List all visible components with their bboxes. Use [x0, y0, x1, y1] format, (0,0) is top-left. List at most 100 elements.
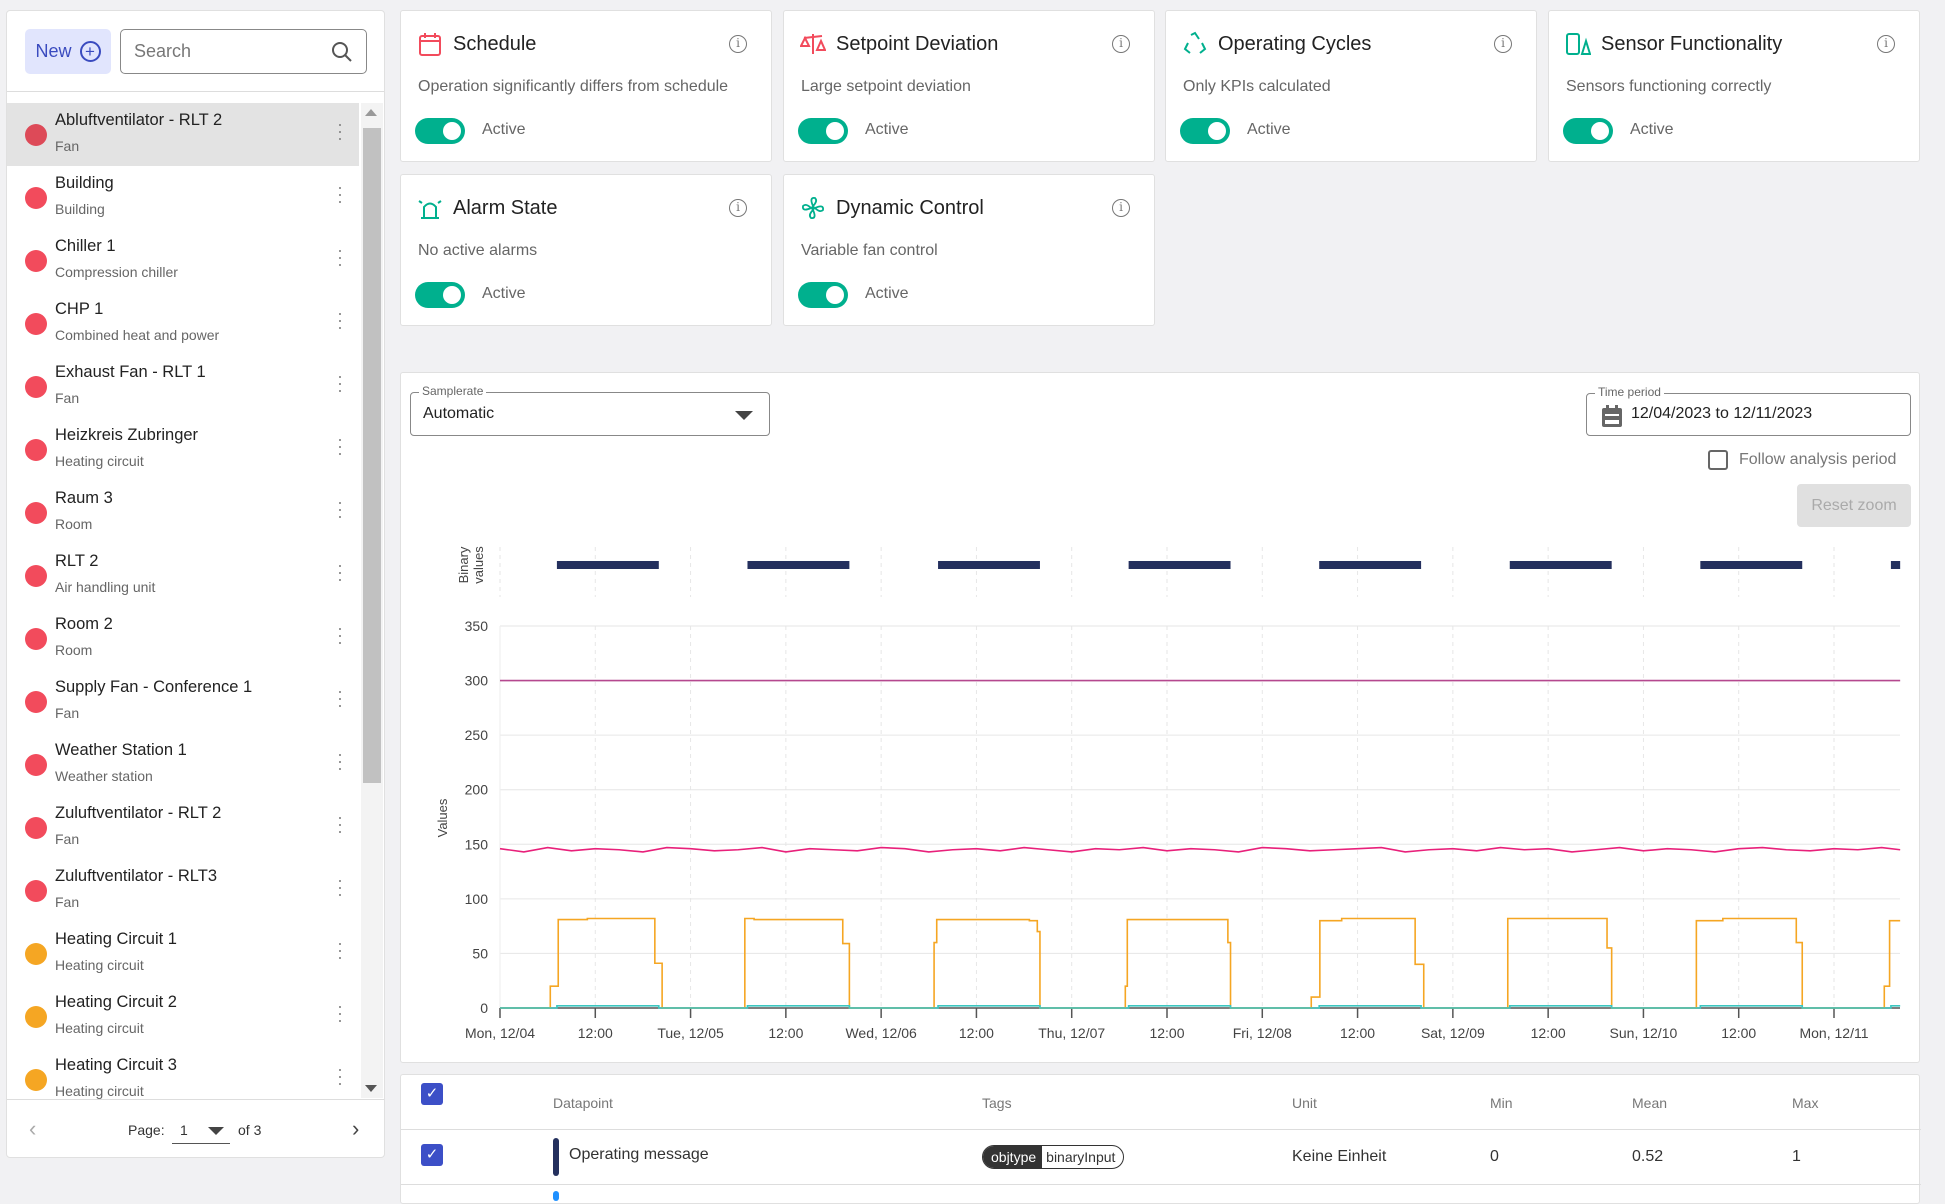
active-toggle[interactable]	[415, 118, 465, 144]
card-description: No active alarms	[418, 242, 538, 259]
list-item[interactable]: Building Building · · ·	[7, 166, 359, 229]
more-options-icon[interactable]: · · ·	[337, 241, 343, 273]
binary-on-bar	[747, 561, 850, 569]
list-item[interactable]: Heating Circuit 1 Heating circuit · · ·	[7, 922, 359, 985]
info-icon[interactable]: i	[729, 199, 747, 217]
y-tick-label: 350	[465, 618, 489, 634]
list-item[interactable]: Exhaust Fan - RLT 1 Fan · · ·	[7, 355, 359, 418]
page-select[interactable]: 1	[172, 1116, 230, 1144]
item-name: Raum 3	[55, 489, 113, 507]
item-type: Fan	[55, 894, 80, 910]
x-tick-label: Thu, 12/07	[1038, 1025, 1105, 1041]
item-name: Exhaust Fan - RLT 1	[55, 363, 206, 381]
list-item[interactable]: Chiller 1 Compression chiller · · ·	[7, 229, 359, 292]
list-item[interactable]: Supply Fan - Conference 1 Fan · · ·	[7, 670, 359, 733]
list-item[interactable]: Heizkreis Zubringer Heating circuit · · ·	[7, 418, 359, 481]
header-unit[interactable]: Unit	[1292, 1095, 1317, 1111]
item-name: Heizkreis Zubringer	[55, 426, 199, 444]
y-tick-label: 0	[480, 1000, 488, 1016]
binary-on-bar	[1509, 561, 1612, 569]
item-type: Fan	[55, 138, 80, 154]
more-options-icon[interactable]: · · ·	[337, 493, 343, 525]
more-options-icon[interactable]: · · ·	[337, 871, 343, 903]
list-item[interactable]: Room 2 Room · · ·	[7, 607, 359, 670]
prev-page-icon[interactable]: ‹	[29, 1116, 36, 1142]
item-type: Heating circuit	[55, 957, 144, 973]
y-tick-label: 100	[465, 891, 489, 907]
x-tick-label: Wed, 12/06	[845, 1025, 917, 1041]
select-all-checkbox[interactable]: ✓	[421, 1083, 443, 1105]
status-dot	[25, 1006, 47, 1028]
analysis-card-alarm-state: Alarm State i No active alarms Active	[400, 174, 772, 326]
item-type: Heating circuit	[55, 1083, 144, 1099]
time-series-chart[interactable]: 0 50 100 150 200 250 300 350 Mon, 12/04 12:00 Tue,…	[401, 373, 1921, 1064]
item-type: Weather station	[55, 768, 153, 784]
analysis-card-setpoint-deviation: Setpoint Deviation i Large setpoint devi…	[783, 10, 1155, 162]
header-min[interactable]: Min	[1490, 1095, 1513, 1111]
scroll-up-arrow-icon[interactable]	[365, 109, 377, 116]
info-icon[interactable]: i	[1877, 35, 1895, 53]
list-item[interactable]: Zuluftventilator - RLT 2 Fan · · ·	[7, 796, 359, 859]
list-item[interactable]: Zuluftventilator - RLT3 Fan · · ·	[7, 859, 359, 922]
status-dot	[25, 376, 47, 398]
item-type: Building	[55, 201, 105, 217]
sensor-warning-icon	[1566, 33, 1591, 55]
active-toggle[interactable]	[798, 282, 848, 308]
list-item[interactable]: Abluftventilator - RLT 2 Fan · · ·	[7, 103, 359, 166]
more-options-icon[interactable]: · · ·	[337, 304, 343, 336]
more-options-icon[interactable]: · · ·	[337, 115, 343, 147]
info-icon[interactable]: i	[1112, 35, 1130, 53]
more-options-icon[interactable]: · · ·	[337, 682, 343, 714]
more-options-icon[interactable]: · · ·	[337, 1060, 343, 1092]
scroll-down-arrow-icon[interactable]	[365, 1085, 377, 1092]
list-item[interactable]: RLT 2 Air handling unit · · ·	[7, 544, 359, 607]
more-options-icon[interactable]: · · ·	[337, 367, 343, 399]
more-options-icon[interactable]: · · ·	[337, 619, 343, 651]
item-name: Heating Circuit 1	[55, 930, 177, 948]
more-options-icon[interactable]: · · ·	[337, 934, 343, 966]
active-toggle[interactable]	[1180, 118, 1230, 144]
header-mean[interactable]: Mean	[1632, 1095, 1667, 1111]
status-dot	[25, 124, 47, 146]
item-name: Building	[55, 174, 114, 192]
more-options-icon[interactable]: · · ·	[337, 178, 343, 210]
search-input[interactable]: Search	[120, 29, 367, 74]
list-item[interactable]: Raum 3 Room · · ·	[7, 481, 359, 544]
active-toggle[interactable]	[1563, 118, 1613, 144]
x-tick-label: 12:00	[768, 1025, 803, 1041]
header-max[interactable]: Max	[1792, 1095, 1818, 1111]
info-icon[interactable]: i	[1494, 35, 1512, 53]
x-tick-label: 12:00	[578, 1025, 613, 1041]
more-options-icon[interactable]: · · ·	[337, 556, 343, 588]
more-options-icon[interactable]: · · ·	[337, 430, 343, 462]
series-line-1	[499, 846, 1901, 853]
card-description: Variable fan control	[801, 242, 938, 259]
more-options-icon[interactable]: · · ·	[337, 745, 343, 777]
asset-sidebar: New + Search Abluftventilator - RLT 2 Fan…	[6, 10, 385, 1158]
list-item[interactable]: Weather Station 1 Weather station · · ·	[7, 733, 359, 796]
item-type: Heating circuit	[55, 453, 144, 469]
header-datapoint[interactable]: Datapoint	[553, 1095, 613, 1111]
new-button[interactable]: New +	[25, 29, 111, 74]
scrollbar-thumb[interactable]	[363, 128, 381, 783]
card-title: Sensor Functionality	[1601, 33, 1783, 55]
table-row[interactable]: ✓ Operating message objtype binaryInput …	[401, 1130, 1921, 1184]
y-tick-label: 300	[465, 673, 489, 689]
info-icon[interactable]: i	[1112, 199, 1130, 217]
more-options-icon[interactable]: · · ·	[337, 997, 343, 1029]
search-placeholder: Search	[134, 41, 192, 61]
item-type: Room	[55, 516, 93, 532]
next-page-icon[interactable]: ›	[352, 1116, 359, 1142]
row-checkbox[interactable]: ✓	[421, 1144, 443, 1166]
card-title: Setpoint Deviation	[836, 33, 999, 55]
scrollbar[interactable]	[361, 103, 383, 1098]
info-icon[interactable]: i	[729, 35, 747, 53]
more-options-icon[interactable]: · · ·	[337, 808, 343, 840]
card-description: Sensors functioning correctly	[1566, 78, 1772, 95]
list-item[interactable]: Heating Circuit 2 Heating circuit · · ·	[7, 985, 359, 1048]
active-toggle[interactable]	[415, 282, 465, 308]
list-item[interactable]: CHP 1 Combined heat and power · · ·	[7, 292, 359, 355]
alarm-light-icon	[418, 200, 442, 219]
x-tick-label: 12:00	[1149, 1025, 1184, 1041]
active-toggle[interactable]	[798, 118, 848, 144]
